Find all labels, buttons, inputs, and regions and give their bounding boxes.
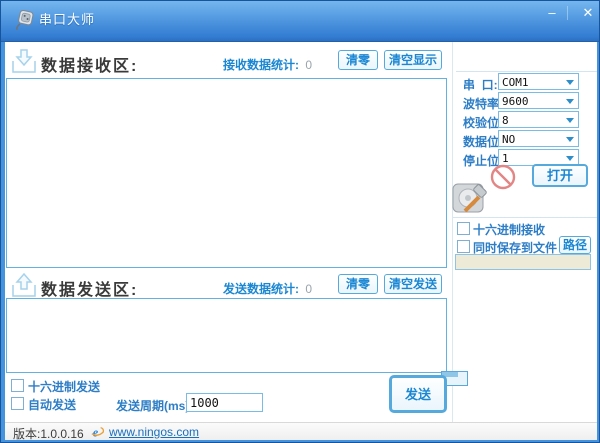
open-port-button[interactable]: 打开 [532,164,588,187]
disk-tool-icon [452,182,490,216]
window-title: 串口大师 [39,9,95,28]
data-bits-label: 数据位: [463,133,503,150]
main-content: 数据接收区: 接收数据统计: 0 清零 清空显示 数据发送区: 发送数据统计: … [5,42,597,422]
receive-clear-display-button[interactable]: 清空显示 [384,50,442,70]
send-stats-label: 发送数据统计: [223,282,299,296]
save-to-file-checkbox[interactable] [457,240,470,253]
svg-text:e: e [93,425,99,439]
send-clear-send-button[interactable]: 清空发送 [384,274,442,294]
send-area-title: 数据发送区: [41,276,138,300]
titlebar-divider [567,6,568,20]
panel-divider [452,42,453,422]
receive-arrow-icon [11,48,37,74]
title-bar[interactable]: 串口大师 – ✕ [1,1,599,42]
send-textarea[interactable] [6,298,447,373]
version-text: 版本:1.0.0.16 [13,425,84,442]
parity-label: 校验位: [463,114,503,131]
parity-select[interactable]: 8 [498,111,579,128]
send-period-input[interactable] [186,393,263,412]
receive-stats-value: 0 [302,58,312,72]
dropdown-arrow-icon [566,99,574,108]
baud-rate-value: 9600 [502,95,529,108]
hex-send-label[interactable]: 十六进制发送 [28,378,100,395]
port-closed-prohibit-icon [488,162,518,192]
send-button[interactable]: 发送 [389,375,447,413]
receive-textarea[interactable] [6,78,447,268]
auto-send-label[interactable]: 自动发送 [28,396,76,413]
receive-clear-button[interactable]: 清零 [338,50,378,70]
baud-rate-select[interactable]: 9600 [498,92,579,109]
website-link[interactable]: www.ningos.com [109,425,199,439]
app-icon [14,8,36,32]
receive-stats: 接收数据统计: 0 [223,56,312,73]
baud-rate-label: 波特率: [463,95,503,112]
hex-receive-label[interactable]: 十六进制接收 [473,221,545,238]
hex-send-checkbox[interactable] [11,379,24,392]
send-stats-value: 0 [302,282,312,296]
dropdown-arrow-icon [566,137,574,146]
data-bits-select[interactable]: NO [498,130,579,147]
close-button[interactable]: ✕ [575,4,600,22]
receive-area-title: 数据接收区: [41,52,138,76]
auto-send-checkbox[interactable] [11,397,24,410]
dropdown-arrow-icon [566,80,574,89]
settings-separator-top [456,71,597,72]
dropdown-arrow-icon [566,118,574,127]
path-button[interactable]: 路径 [559,236,591,254]
status-bar: 版本:1.0.0.16 e www.ningos.com [5,422,597,440]
save-path-input[interactable] [455,254,591,270]
hex-receive-checkbox[interactable] [457,222,470,235]
send-period-label: 发送周期(ms): [116,397,193,414]
com-port-label: 串 口: [463,76,498,93]
com-port-value: COM1 [502,76,529,89]
parity-value: 8 [502,114,509,127]
send-stats: 发送数据统计: 0 [223,280,312,297]
data-bits-value: NO [502,133,515,146]
minimize-button[interactable]: – [539,4,565,22]
send-clear-button[interactable]: 清零 [338,274,378,294]
settings-separator-bottom [453,217,597,218]
com-port-select[interactable]: COM1 [498,73,579,90]
browser-icon: e [91,425,105,439]
app-window: 串口大师 – ✕ 数据接收区: 接收数据统计: 0 清零 清空显示 数据发送区:… [0,0,600,443]
receive-stats-label: 接收数据统计: [223,58,299,72]
send-arrow-icon [11,272,37,298]
